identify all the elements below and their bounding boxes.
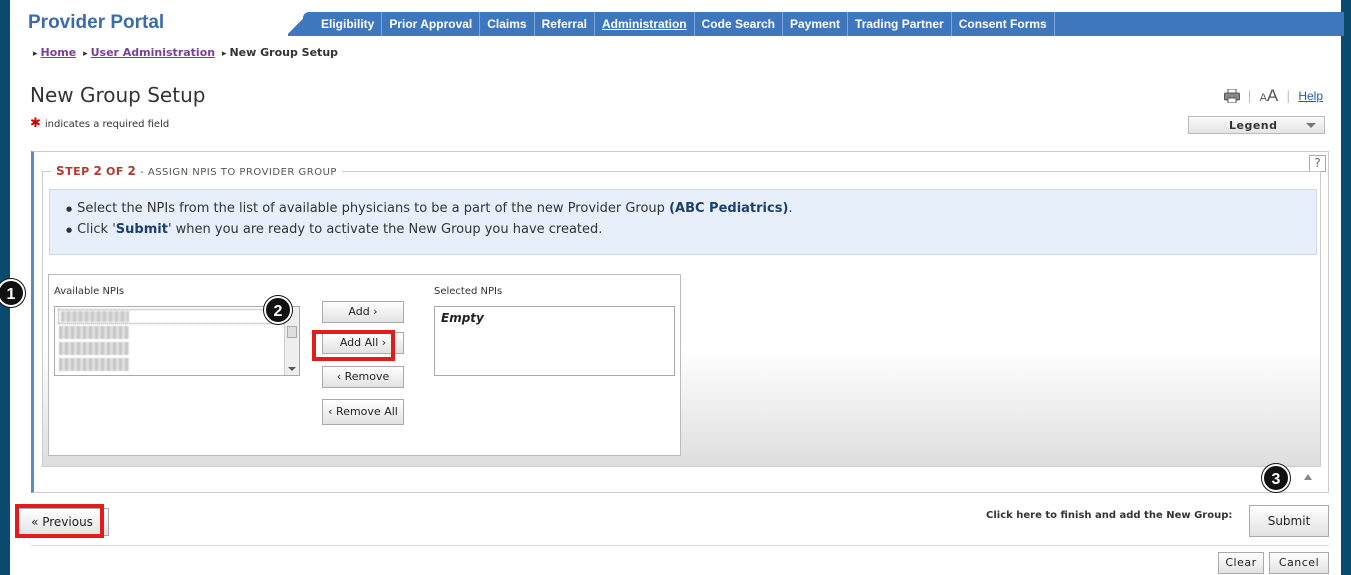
- instruction-text: Click ': [77, 222, 116, 237]
- font-size-large[interactable]: A: [1267, 86, 1278, 105]
- breadcrumb-arrow-icon: ▸: [83, 49, 88, 59]
- step-legend-num: 2: [93, 164, 103, 178]
- selected-npis-list[interactable]: Empty: [434, 306, 675, 376]
- list-item[interactable]: [59, 342, 129, 355]
- list-item[interactable]: [59, 326, 129, 339]
- group-name: (ABC Pediatrics): [669, 201, 789, 216]
- instruction-item: Select the NPIs from the list of availab…: [66, 201, 1316, 216]
- remove-button[interactable]: ‹ Remove: [322, 366, 404, 388]
- step-fieldset: STEP 2 OF 2 - ASSIGN NPIS TO PROVIDER GR…: [42, 164, 1321, 467]
- instructions-box: Select the NPIs from the list of availab…: [49, 189, 1317, 255]
- previous-highlight: [15, 504, 104, 538]
- breadcrumb-home[interactable]: Home: [41, 46, 77, 59]
- legend-dropdown[interactable]: Legend: [1188, 116, 1325, 134]
- step-legend-tep: TEP: [65, 165, 90, 178]
- list-item[interactable]: [58, 309, 286, 324]
- chevron-down-icon: [1306, 123, 1316, 128]
- nav-eligibility[interactable]: Eligibility: [303, 12, 383, 36]
- clear-button[interactable]: Clear: [1218, 552, 1264, 574]
- cancel-button[interactable]: Cancel: [1269, 552, 1329, 574]
- available-npis-label: Available NPIs: [54, 286, 125, 297]
- empty-placeholder: Empty: [441, 311, 484, 325]
- required-note-text: indicates a required field: [44, 119, 170, 130]
- nav-code-search[interactable]: Code Search: [695, 12, 783, 36]
- step-legend-s: S: [56, 164, 66, 178]
- available-npis-list[interactable]: [54, 306, 300, 376]
- instruction-bold: Submit: [115, 222, 168, 237]
- breadcrumb-current: New Group Setup: [229, 46, 339, 59]
- scrollbar-thumb[interactable]: [287, 326, 297, 338]
- breadcrumb-arrow-icon: ▸: [221, 49, 227, 59]
- window-frame-right: [1341, 0, 1351, 575]
- instruction-item: Click 'Submit' when you are ready to act…: [66, 222, 1316, 237]
- page-tools: | AA | Help: [1223, 86, 1323, 106]
- finish-label: Click here to finish and add the New Gro…: [986, 510, 1233, 521]
- breadcrumb-user-admin[interactable]: User Administration: [91, 46, 216, 59]
- help-question-icon[interactable]: ?: [1309, 155, 1326, 172]
- step-marker-3: 3: [1262, 464, 1290, 492]
- legend-label: Legend: [1229, 119, 1278, 132]
- add-button[interactable]: Add ›: [322, 301, 404, 323]
- print-icon[interactable]: [1223, 89, 1240, 103]
- npi-selector: Available NPIs Add › Add All › ‹ Remove …: [48, 274, 681, 456]
- instruction-text: .: [788, 201, 793, 216]
- nav-consent-forms[interactable]: Consent Forms: [952, 12, 1055, 36]
- nav-prior-approval[interactable]: Prior Approval: [382, 12, 481, 36]
- help-link[interactable]: Help: [1298, 89, 1323, 103]
- list-item[interactable]: [59, 358, 129, 371]
- submit-button[interactable]: Submit: [1249, 505, 1329, 537]
- page-title: New Group Setup: [30, 83, 206, 107]
- remove-all-button[interactable]: ‹ Remove All: [322, 399, 404, 425]
- scroll-down-icon[interactable]: [288, 367, 296, 371]
- selected-npis-label: Selected NPIs: [434, 286, 503, 297]
- step-legend-of: OF: [105, 165, 124, 178]
- main-nav: Eligibility Prior Approval Claims Referr…: [303, 12, 1344, 36]
- instruction-text: Select the NPIs from the list of availab…: [77, 201, 670, 216]
- step-legend: STEP 2 OF 2 - ASSIGN NPIS TO PROVIDER GR…: [51, 164, 342, 178]
- required-note: ✱ indicates a required field: [30, 116, 169, 131]
- step-legend-text: - ASSIGN NPIS TO PROVIDER GROUP: [136, 167, 337, 178]
- nav-claims[interactable]: Claims: [480, 12, 535, 36]
- nav-trading-partner[interactable]: Trading Partner: [848, 12, 952, 36]
- breadcrumb: ▸ Home ▸ User Administration ▸ New Group Se…: [30, 46, 338, 59]
- nav-referral[interactable]: Referral: [535, 12, 595, 36]
- step-marker-1: 1: [0, 279, 25, 307]
- add-all-highlight: [312, 330, 395, 361]
- instruction-text: ' when you are ready to activate the New…: [167, 222, 603, 237]
- portal-title: Provider Portal: [28, 12, 165, 33]
- step-marker-2: 2: [264, 296, 292, 324]
- font-size-control[interactable]: AA: [1260, 86, 1279, 106]
- divider: [31, 545, 1329, 546]
- required-star-icon: ✱: [30, 116, 41, 131]
- nav-administration[interactable]: Administration: [595, 12, 695, 36]
- font-size-small[interactable]: A: [1260, 92, 1267, 104]
- breadcrumb-arrow-icon: ▸: [33, 49, 38, 59]
- scroll-top-icon[interactable]: [1304, 474, 1312, 480]
- step-container: ? STEP 2 OF 2 - ASSIGN NPIS TO PROVIDER …: [31, 151, 1329, 493]
- nav-payment[interactable]: Payment: [783, 12, 849, 36]
